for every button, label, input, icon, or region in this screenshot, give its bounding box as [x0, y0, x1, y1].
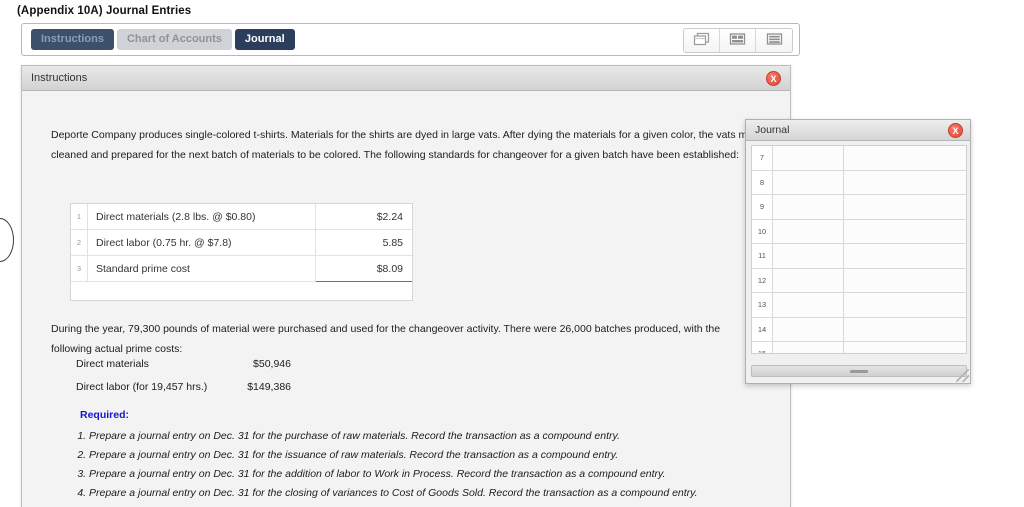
row-amount: 5.85 — [315, 229, 412, 256]
table-row[interactable]: 7 — [752, 146, 966, 171]
cost-label: Direct materials — [76, 357, 149, 370]
journal-horizontal-scrollbar[interactable] — [751, 365, 967, 377]
journal-amount-cell[interactable] — [843, 292, 966, 318]
split-view-button[interactable] — [720, 29, 756, 52]
required-heading: Required: — [80, 409, 130, 421]
scrollbar-grip-icon — [850, 370, 868, 373]
row-label: Standard prime cost — [87, 255, 316, 282]
cost-label: Direct labor (for 19,457 hrs.) — [76, 380, 208, 393]
row-number: 7 — [752, 146, 773, 171]
journal-account-cell[interactable] — [772, 243, 844, 269]
row-number: 9 — [752, 194, 773, 220]
journal-amount-cell[interactable] — [843, 146, 966, 171]
journal-account-cell[interactable] — [772, 341, 844, 353]
row-label: Direct materials (2.8 lbs. @ $0.80) — [87, 204, 316, 230]
row-label: Direct labor (0.75 hr. @ $7.8) — [87, 229, 316, 256]
list-item: Direct labor (for 19,457 hrs.) $149,386 — [76, 375, 291, 398]
row-number: 3 — [71, 255, 88, 282]
stacked-list-icon — [766, 32, 783, 49]
table-row: 2 Direct labor (0.75 hr. @ $7.8) 5.85 — [71, 229, 412, 256]
tab-chart-of-accounts[interactable]: Chart of Accounts — [116, 29, 232, 50]
instructions-window-title: Instructions — [31, 72, 88, 84]
table-row[interactable]: 11 — [752, 243, 966, 269]
standards-table-container: 1 Direct materials (2.8 lbs. @ $0.80) $2… — [70, 203, 413, 301]
list-item: Prepare a journal entry on Dec. 31 for t… — [89, 465, 698, 484]
list-item: Prepare a journal entry on Dec. 31 for t… — [89, 484, 698, 503]
table-row-total: 3 Standard prime cost $8.09 — [71, 255, 412, 282]
row-number: 12 — [752, 268, 773, 293]
journal-window-header: Journal X — [746, 120, 970, 141]
row-amount: $8.09 — [315, 255, 412, 282]
journal-account-cell[interactable] — [772, 194, 844, 220]
standards-table: 1 Direct materials (2.8 lbs. @ $0.80) $2… — [71, 204, 412, 282]
journal-amount-cell[interactable] — [843, 219, 966, 244]
journal-resize-handle[interactable] — [956, 369, 969, 382]
split-view-icon — [729, 32, 746, 49]
journal-account-cell[interactable] — [772, 317, 844, 342]
cascade-windows-icon — [693, 32, 710, 49]
intro-paragraph: Deporte Company produces single-colored … — [51, 129, 776, 161]
cascade-windows-button[interactable] — [684, 29, 720, 52]
top-toolbar: Instructions Chart of Accounts Journal — [21, 23, 800, 56]
journal-amount-cell[interactable] — [843, 341, 966, 353]
journal-account-cell[interactable] — [772, 170, 844, 195]
journal-amount-cell[interactable] — [843, 170, 966, 195]
journal-amount-cell[interactable] — [843, 243, 966, 269]
journal-close-button[interactable]: X — [948, 123, 963, 138]
required-items-list: Prepare a journal entry on Dec. 31 for t… — [67, 427, 698, 503]
journal-account-cell[interactable] — [772, 146, 844, 171]
table-row[interactable]: 10 — [752, 219, 966, 244]
table-row[interactable]: 9 — [752, 194, 966, 220]
journal-amount-cell[interactable] — [843, 317, 966, 342]
journal-window: Journal X 7 8 9 10 11 12 13 14 15 — [745, 119, 971, 384]
table-row: 1 Direct materials (2.8 lbs. @ $0.80) $2… — [71, 204, 412, 230]
journal-amount-cell[interactable] — [843, 268, 966, 293]
journal-window-title: Journal — [755, 124, 790, 136]
list-item: Prepare a journal entry on Dec. 31 for t… — [89, 427, 698, 446]
instructions-close-button[interactable]: X — [766, 71, 781, 86]
page-edge-arc-artifact — [0, 218, 14, 262]
instructions-window-header: Instructions X — [22, 66, 790, 91]
table-row[interactable]: 15 — [752, 341, 966, 353]
list-item: Prepare a journal entry on Dec. 31 for t… — [89, 446, 698, 465]
tab-journal[interactable]: Journal — [234, 29, 295, 50]
list-item: Direct materials $50,946 — [76, 352, 291, 375]
table-row[interactable]: 8 — [752, 170, 966, 195]
page-title: (Appendix 10A) Journal Entries — [17, 5, 192, 17]
cost-value: $149,386 — [247, 380, 291, 393]
instructions-window-body: Deporte Company produces single-colored … — [22, 91, 790, 506]
row-number: 2 — [71, 229, 88, 256]
cost-value: $50,946 — [253, 357, 291, 370]
journal-account-cell[interactable] — [772, 268, 844, 293]
journal-account-cell[interactable] — [772, 219, 844, 244]
row-amount: $2.24 — [315, 204, 412, 230]
row-number: 13 — [752, 292, 773, 318]
journal-grid-container[interactable]: 7 8 9 10 11 12 13 14 15 — [751, 145, 967, 354]
instructions-window: Instructions X Deporte Company produces … — [21, 65, 791, 507]
table-row[interactable]: 14 — [752, 317, 966, 342]
journal-table: 7 8 9 10 11 12 13 14 15 — [752, 146, 966, 353]
journal-account-cell[interactable] — [772, 292, 844, 318]
row-number: 8 — [752, 170, 773, 195]
stacked-list-button[interactable] — [756, 29, 792, 52]
row-number: 10 — [752, 219, 773, 244]
view-mode-buttons — [683, 28, 793, 53]
row-number: 15 — [752, 341, 773, 353]
row-number: 1 — [71, 204, 88, 230]
row-number: 14 — [752, 317, 773, 342]
tab-bar: Instructions Chart of Accounts Journal — [31, 29, 295, 50]
tab-instructions[interactable]: Instructions — [31, 29, 114, 50]
table-row[interactable]: 13 — [752, 292, 966, 318]
journal-amount-cell[interactable] — [843, 194, 966, 220]
row-number: 11 — [752, 243, 773, 269]
actual-prime-costs-list: Direct materials $50,946 Direct labor (f… — [76, 352, 291, 398]
table-row[interactable]: 12 — [752, 268, 966, 293]
